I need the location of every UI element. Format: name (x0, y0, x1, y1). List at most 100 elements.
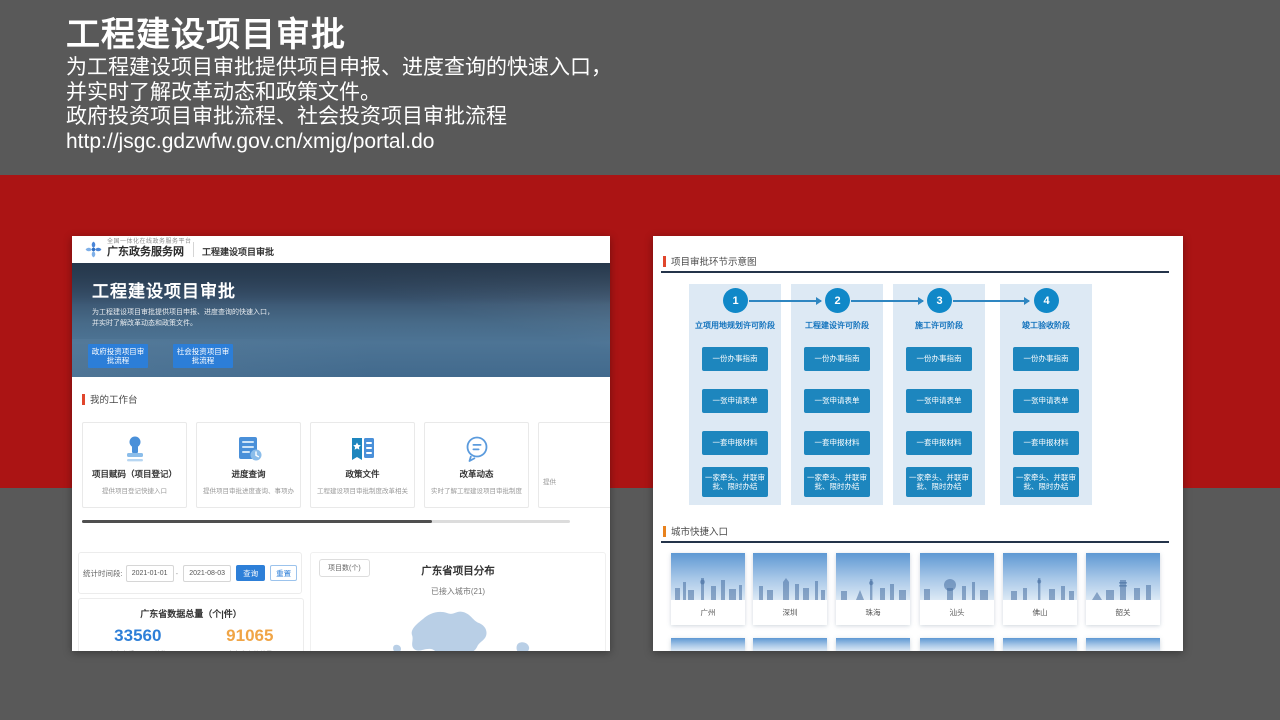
stamp-icon (122, 434, 148, 464)
section-title-bar (82, 393, 85, 405)
card-desc: 工程建设项目审批制度改革相关 (317, 488, 408, 495)
stage-item-joint-button[interactable]: 一家牵头、并联审批、限时办结 (702, 467, 768, 497)
stage-number-badge: 3 (927, 288, 952, 313)
totals-title: 广东省数据总量（个|件） (140, 609, 242, 619)
flow-arrow-3-4 (953, 297, 1030, 305)
stage-name: 立项用地规划许可阶段 (695, 321, 775, 330)
social-invest-flow-button[interactable]: 社会投资项目审批流程 (173, 344, 233, 368)
city-skyline-image (753, 638, 827, 651)
section-title-bar (663, 525, 666, 537)
city-card-row2[interactable] (1086, 638, 1160, 651)
stat-label: 广东省办件总量 (226, 648, 273, 651)
period-label: 统计时间段: (83, 568, 123, 578)
city-skyline-image (1003, 553, 1077, 600)
gov-invest-flow-button[interactable]: 政府投资项目审批流程 (88, 344, 148, 368)
site-name-block[interactable]: 全国一体化在线政务服务平台 广东政务服务网 (107, 239, 192, 259)
stage-item-form-button[interactable]: 一张申请表单 (1013, 389, 1079, 413)
stat-handled-items: 91065 广东省办件总量 (226, 626, 273, 651)
stage-column-2: 2 工程建设许可阶段 一份办事指南 一张申请表单 一套申报材料 一家牵头、并联审… (791, 284, 883, 505)
date-from-input[interactable]: 2021-01-01 (125, 564, 174, 582)
stage-number-badge: 4 (1034, 288, 1059, 313)
page-title: 工程建设项目审批 (66, 16, 346, 54)
city-card-row2[interactable] (920, 638, 994, 651)
city-card-zhuhai[interactable]: 珠海 (836, 553, 910, 625)
site-header: 全国一体化在线政务服务平台 广东政务服务网 工程建设项目审批 (72, 236, 610, 263)
slide-desc-line3: 政府投资项目审批流程、社会投资项目审批流程 (66, 105, 507, 128)
stage-item-form-button[interactable]: 一张申请表单 (702, 389, 768, 413)
project-count-chip[interactable]: 项目数(个) (319, 559, 370, 577)
card-desc: 提供项目审批进度查询、事项办 (203, 488, 294, 495)
city-card-shantou[interactable]: 汕头 (920, 553, 994, 625)
stage-item-guide-button[interactable]: 一份办事指南 (702, 347, 768, 371)
city-name: 汕头 (949, 608, 965, 617)
project-distribution-card: 项目数(个) 广东省项目分布 已接入城市(21) (310, 552, 606, 651)
stage-item-materials-button[interactable]: 一套申报材料 (1013, 431, 1079, 455)
stage-item-joint-button[interactable]: 一家牵头、并联审批、限时办结 (1013, 467, 1079, 497)
card-partial[interactable]: 提供 (538, 422, 610, 508)
slide-desc-line1: 为工程建设项目审批提供项目申报、进度查询的快速入口， (66, 56, 612, 79)
city-skyline-image (671, 638, 745, 651)
stage-item-form-button[interactable]: 一张申请表单 (906, 389, 972, 413)
flow-section-underline (661, 271, 1169, 273)
hero-subtitle-line1: 为工程建设项目审批提供项目申报、进度查询的快速入口， (92, 309, 274, 316)
stage-item-joint-button[interactable]: 一家牵头、并联审批、限时办结 (804, 467, 870, 497)
city-name: 佛山 (1032, 608, 1048, 617)
stage-item-materials-button[interactable]: 一套申报材料 (804, 431, 870, 455)
city-card-shenzhen[interactable]: 深圳 (753, 553, 827, 625)
city-card-row2[interactable] (836, 638, 910, 651)
date-to-input[interactable]: 2021-08-03 (183, 564, 232, 582)
totals-values: 33560 广东省受理项目总数 91065 广东省办件总量 (79, 626, 303, 651)
platform-tagline: 全国一体化在线政务服务平台 (107, 239, 192, 245)
city-skyline-image (920, 553, 994, 600)
site-name: 广东政务服务网 (107, 246, 184, 258)
slide-desc-line2: 并实时了解改革动态和政策文件。 (66, 80, 381, 104)
card-project-code[interactable]: 项目赋码（项目登记） 提供项目登记快捷入口 (82, 422, 187, 508)
city-card-guangzhou[interactable]: 广州 (671, 553, 745, 625)
card-desc: 提供项目登记快捷入口 (102, 488, 167, 495)
workbench-scrollbar-thumb[interactable] (82, 520, 432, 523)
stage-column-4: 4 竣工验收阶段 一份办事指南 一张申请表单 一套申报材料 一家牵头、并联审批、… (1000, 284, 1092, 505)
hero-banner: 工程建设项目审批 为工程建设项目审批提供项目申报、进度查询的快速入口， 并实时了… (72, 263, 610, 377)
city-card-foshan[interactable]: 佛山 (1003, 553, 1077, 625)
query-button[interactable]: 查询 (236, 565, 266, 581)
city-card-row2[interactable] (753, 638, 827, 651)
stage-number-badge: 2 (825, 288, 850, 313)
card-policy-files[interactable]: 政策文件 工程建设项目审批制度改革相关 (310, 422, 415, 508)
stage-column-1: 1 立项用地规划许可阶段 一份办事指南 一张申请表单 一套申报材料 一家牵头、并… (689, 284, 781, 505)
card-title: 进度查询 (231, 469, 266, 479)
city-skyline-image (671, 553, 745, 600)
stage-item-guide-button[interactable]: 一份办事指南 (804, 347, 870, 371)
stage-item-joint-button[interactable]: 一家牵头、并联审批、限时办结 (906, 467, 972, 497)
workbench-scrollbar[interactable] (82, 520, 570, 523)
city-name: 珠海 (865, 608, 881, 617)
flow-title-text: 项目审批环节示意图 (671, 257, 757, 268)
guangdong-map[interactable] (371, 605, 551, 651)
city-skyline-image (836, 638, 910, 651)
card-reform-news[interactable]: 改革动态 实时了解工程建设项目审批制度 (424, 422, 529, 508)
city-card-row2[interactable] (671, 638, 745, 651)
flow-arrow-2-3 (851, 297, 924, 305)
stage-number-badge: 1 (723, 288, 748, 313)
stage-item-guide-button[interactable]: 一份办事指南 (1013, 347, 1079, 371)
card-desc: 实时了解工程建设项目审批制度 (431, 488, 522, 495)
cities-section-underline (661, 541, 1169, 543)
portal-home-screenshot: 全国一体化在线政务服务平台 广东政务服务网 工程建设项目审批 工程建设项目审批 … (72, 236, 610, 651)
city-name: 韶关 (1115, 608, 1131, 617)
stage-name: 竣工验收阶段 (1022, 321, 1070, 330)
stage-item-form-button[interactable]: 一张申请表单 (804, 389, 870, 413)
portal-url[interactable]: http://jsgc.gdzwfw.gov.cn/xmjg/portal.do (66, 130, 612, 155)
hero-subtitle: 为工程建设项目审批提供项目申报、进度查询的快速入口， 并实时了解改革动态和政策文… (92, 307, 274, 329)
chat-bubble-icon (463, 434, 491, 464)
city-card-shaoguan[interactable]: 韶关 (1086, 553, 1160, 625)
hero-title: 工程建设项目审批 (92, 282, 236, 301)
policy-book-icon (349, 434, 377, 464)
reset-button[interactable]: 重置 (270, 565, 298, 581)
card-title: 项目赋码（项目登记） (91, 469, 177, 479)
stage-item-materials-button[interactable]: 一套申报材料 (906, 431, 972, 455)
city-card-row2[interactable] (1003, 638, 1077, 651)
stage-item-materials-button[interactable]: 一套申报材料 (702, 431, 768, 455)
stage-item-guide-button[interactable]: 一份办事指南 (906, 347, 972, 371)
province-totals-card: 广东省数据总量（个|件） 33560 广东省受理项目总数 91065 广东省办件… (78, 598, 304, 651)
card-progress-query[interactable]: 进度查询 提供项目审批进度查询、事项办 (196, 422, 301, 508)
city-skyline-image (1086, 553, 1160, 600)
